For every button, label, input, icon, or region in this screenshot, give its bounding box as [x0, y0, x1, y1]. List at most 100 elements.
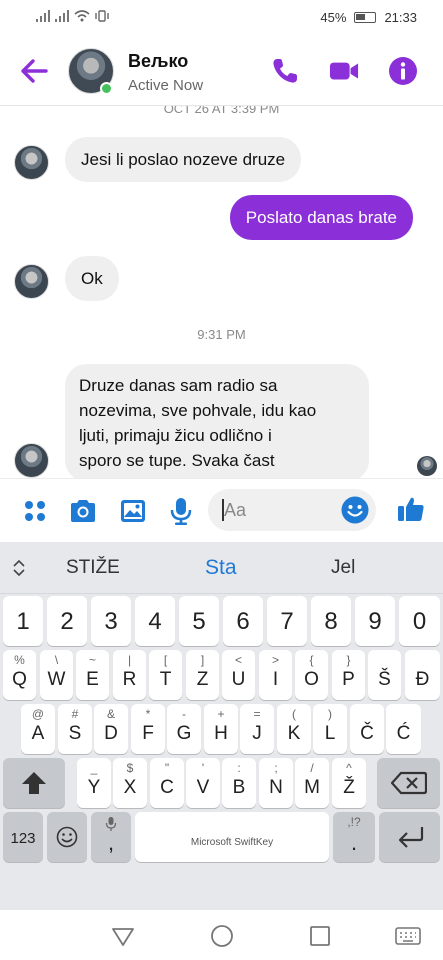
camera-icon[interactable] [68, 496, 98, 526]
key-8[interactable]: 8 [311, 596, 351, 646]
contact-avatar-small[interactable] [14, 145, 49, 180]
key-sublabel: } [346, 653, 351, 667]
back-triangle-icon[interactable] [110, 923, 136, 949]
key-label: W [47, 669, 66, 690]
message-bubble-outgoing[interactable]: Poslato danas brate [229, 195, 413, 240]
key-m[interactable]: / M [295, 758, 329, 808]
key-p[interactable]: } P [332, 650, 365, 700]
thumbs-up-icon[interactable] [396, 494, 426, 524]
contact-avatar-small[interactable] [14, 264, 49, 299]
key-t[interactable]: [T [149, 650, 182, 700]
enter-key[interactable] [379, 812, 440, 862]
key-sublabel: @ [31, 707, 45, 721]
key-h[interactable]: + H [204, 704, 238, 754]
message-line: Druze danas sam radio sa [79, 376, 278, 395]
key-label: 5 [192, 608, 206, 635]
key-y[interactable]: _ Y [77, 758, 111, 808]
key-o[interactable]: {O [295, 650, 328, 700]
key-l[interactable]: ) L [313, 704, 347, 754]
key-z[interactable]: ] Z [186, 650, 219, 700]
expand-toolbar-icon[interactable] [12, 559, 26, 577]
numbers-key[interactable]: 123 [3, 812, 43, 862]
key-label: H [214, 723, 228, 744]
key-sublabel: ~ [88, 653, 96, 667]
key-label: R [122, 669, 137, 690]
video-camera-icon[interactable] [329, 56, 359, 86]
message-bubble-incoming[interactable]: Jesi li poslao nozeve druze [65, 137, 302, 182]
key-d-stroke[interactable]: Đ [405, 650, 440, 700]
key-b[interactable]: :B [222, 758, 256, 808]
key-5[interactable]: 5 [179, 596, 219, 646]
key-c-acute[interactable]: Ć [386, 704, 421, 754]
key-q[interactable]: % Q [3, 650, 36, 700]
shift-key[interactable] [3, 758, 65, 808]
key-s-caron[interactable]: Š [368, 650, 401, 700]
key-6[interactable]: 6 [223, 596, 263, 646]
key-label: Y [87, 777, 101, 798]
comma-key[interactable]: , [91, 812, 131, 862]
key-n[interactable]: ; N [259, 758, 293, 808]
key-sublabel: = [253, 707, 261, 721]
key-label: 4 [148, 608, 162, 635]
key-e[interactable]: ~ E [76, 650, 109, 700]
recents-square-icon[interactable] [307, 923, 333, 949]
key-1[interactable]: 1 [3, 596, 43, 646]
message-bubble-incoming[interactable]: Druze danas sam radio sa nozevima, sve p… [65, 364, 369, 478]
key-k[interactable]: (K [277, 704, 311, 754]
key-sublabel: ,!? [347, 815, 361, 829]
key-r[interactable]: | R [113, 650, 146, 700]
key-label: 9 [368, 608, 382, 635]
keyboard-switch-icon[interactable] [394, 923, 422, 949]
key-sublabel: ' [201, 761, 205, 775]
key-c-caron[interactable]: Č [350, 704, 384, 754]
message-list[interactable]: OCT 26 AT 3:39 PM Jesi li poslao nozeve … [0, 106, 443, 478]
key-label: X [123, 777, 137, 798]
contact-avatar-small[interactable] [14, 443, 49, 478]
key-f[interactable]: * F [131, 704, 165, 754]
space-key[interactable]: Microsoft SwiftKey [135, 812, 329, 862]
key-7[interactable]: 7 [267, 596, 307, 646]
key-w[interactable]: \ W [40, 650, 73, 700]
key-x[interactable]: $ X [113, 758, 147, 808]
key-label: A [31, 723, 45, 744]
apps-grid-icon[interactable] [20, 496, 50, 526]
key-a[interactable]: @ A [21, 704, 55, 754]
phone-icon[interactable] [270, 56, 300, 86]
key-c[interactable]: " C [150, 758, 184, 808]
key-v[interactable]: ' V [186, 758, 220, 808]
key-0[interactable]: 0 [399, 596, 440, 646]
key-z-caron[interactable]: ^ Ž [332, 758, 366, 808]
key-g[interactable]: -G [167, 704, 201, 754]
info-icon[interactable] [388, 56, 418, 86]
key-d[interactable]: & D [94, 704, 128, 754]
period-key[interactable]: ,!?. [333, 812, 375, 862]
key-i[interactable]: > I [259, 650, 292, 700]
key-sublabel: ] [200, 653, 205, 667]
suggestion-center[interactable]: Sta [205, 556, 237, 580]
emoji-key[interactable] [47, 812, 87, 862]
home-circle-icon[interactable] [209, 923, 235, 949]
back-arrow-icon[interactable] [18, 56, 50, 86]
key-sublabel: | [127, 653, 132, 667]
key-label: O [304, 669, 319, 690]
suggestion-right[interactable]: Jel [331, 557, 355, 579]
status-right: 45% 21:33 [320, 10, 417, 25]
backspace-key[interactable] [377, 758, 440, 808]
key-u[interactable]: < U [222, 650, 255, 700]
key-sublabel: % [14, 653, 25, 667]
key-3[interactable]: 3 [91, 596, 131, 646]
key-9[interactable]: 9 [355, 596, 395, 646]
key-4[interactable]: 4 [135, 596, 175, 646]
contact-name[interactable]: Вељко [128, 51, 188, 72]
key-2[interactable]: 2 [47, 596, 87, 646]
suggestion-left[interactable]: STIŽE [66, 557, 120, 579]
key-label: 1 [16, 608, 30, 635]
microphone-icon[interactable] [166, 496, 196, 526]
key-j[interactable]: = J [240, 704, 274, 754]
gallery-icon[interactable] [118, 496, 148, 526]
emoji-icon[interactable] [340, 495, 370, 525]
key-sublabel: > [271, 653, 279, 667]
key-label: L [324, 723, 336, 744]
message-bubble-incoming[interactable]: Ok [65, 256, 119, 301]
key-s[interactable]: # S [58, 704, 92, 754]
